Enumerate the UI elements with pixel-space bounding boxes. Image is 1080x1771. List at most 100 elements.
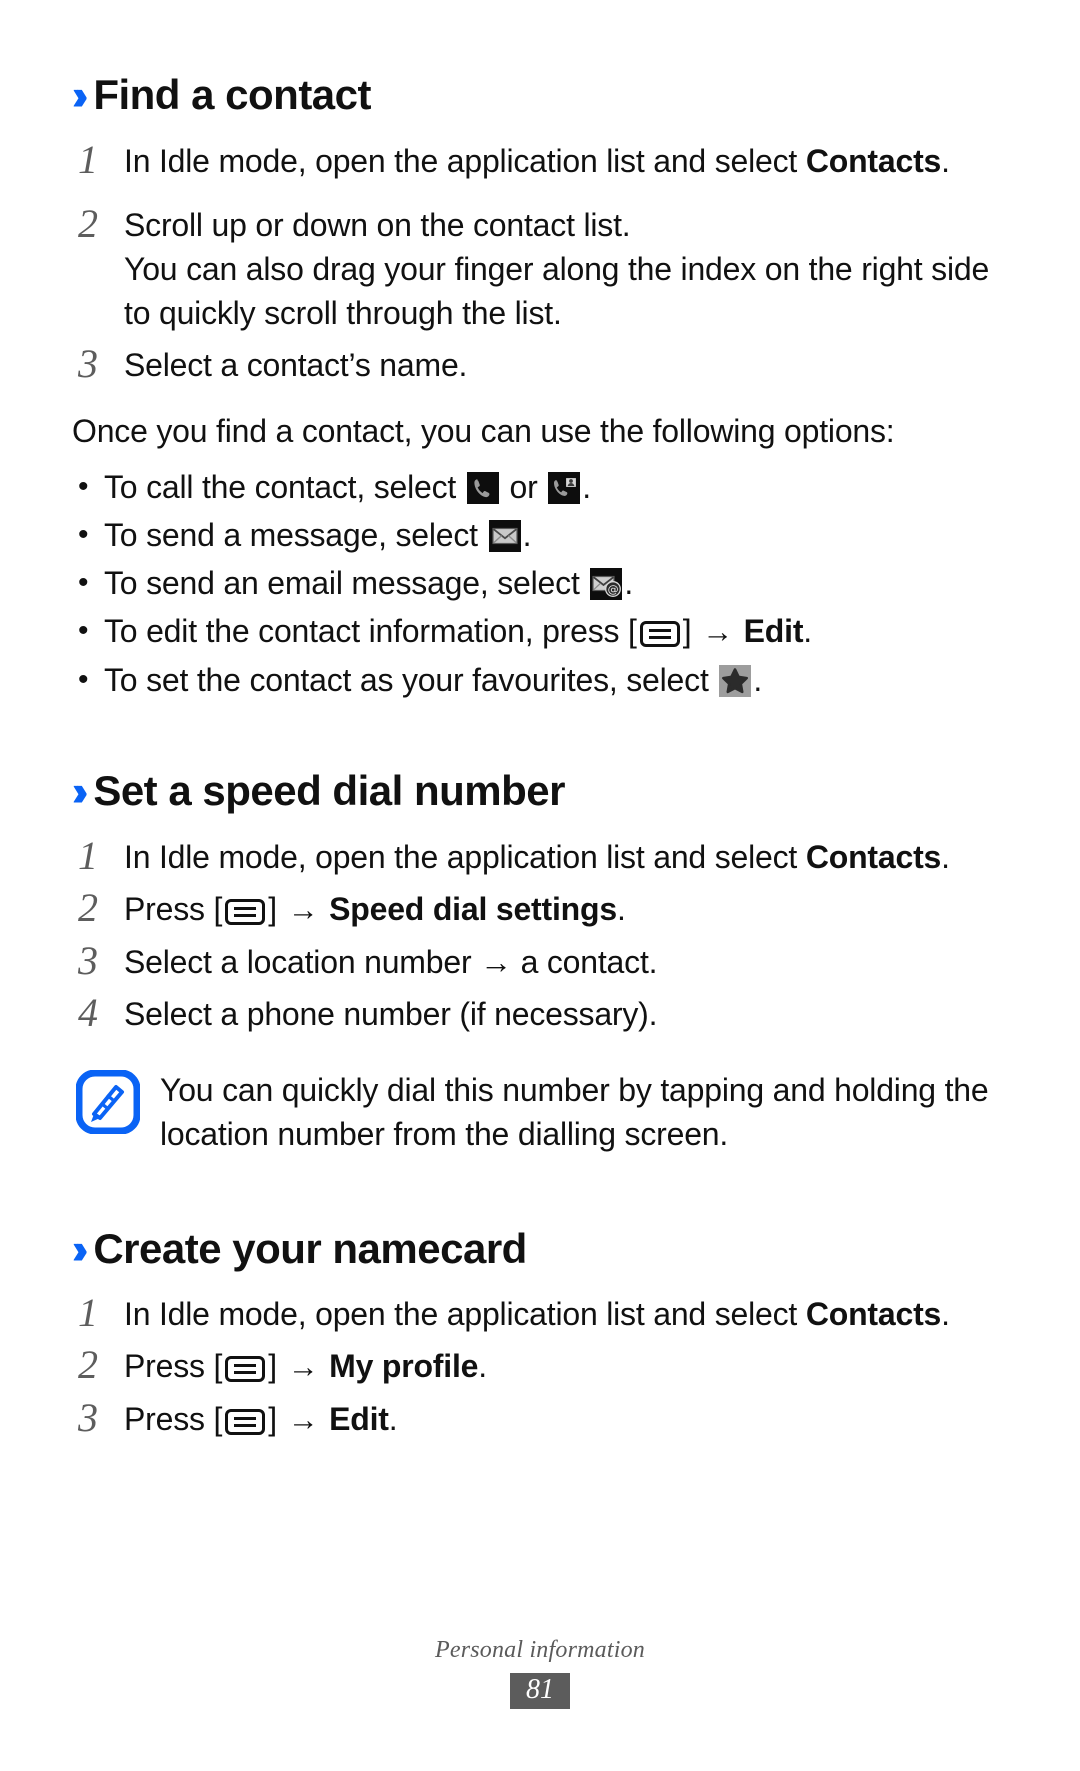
step-text-after: . [616, 890, 626, 927]
options-bullet-list: • To call the contact, select or . • To … [72, 465, 1008, 702]
step-text-before: In Idle mode, open the application list … [124, 838, 806, 875]
arrow-right-glyph: → [287, 1349, 319, 1385]
step-text-before: In Idle mode, open the application list … [124, 142, 806, 179]
step-number: 4 [78, 989, 98, 1035]
bullet-dot-icon: • [78, 565, 89, 599]
step-text-bold: Contacts [805, 838, 942, 875]
step-number: 2 [78, 200, 98, 246]
bullet-text-after: . [803, 612, 812, 649]
manual-page: ›› Find a contact 1 In Idle mode, open t… [0, 0, 1080, 1771]
bullet-text-after: . [582, 468, 591, 505]
step-text-main: Scroll up or down on the contact list. [124, 206, 631, 243]
options-intro-paragraph: Once you find a contact, you can use the… [72, 412, 895, 449]
step-text: In Idle mode, open the application list … [124, 137, 950, 183]
step-number: 3 [78, 937, 98, 983]
page-footer: Personal information 81 [0, 1637, 1080, 1709]
step-number: 2 [78, 1342, 98, 1388]
list-item-text: To send a message, select . [104, 513, 1008, 557]
step-text-bold: Edit [329, 1401, 389, 1438]
heading-text: Set a speed dial number [93, 766, 565, 814]
list-item-text: To set the contact as your favourites, s… [104, 658, 1008, 702]
menu-key-icon [225, 1356, 266, 1383]
step-text: In Idle mode, open the application list … [124, 833, 950, 879]
step-item: 4 Select a phone number (if necessary). [72, 990, 1008, 1036]
step-number: 2 [78, 884, 98, 930]
bullet-text-after: . [624, 564, 634, 601]
chevron-double-right-icon: ›› [72, 768, 89, 816]
step-number: 1 [78, 832, 98, 878]
step-text-after: . [941, 1296, 950, 1333]
step-text-after: . [388, 1401, 398, 1438]
step-text-before: Press [124, 1348, 214, 1385]
email-at-icon: @ [590, 567, 623, 600]
step-text-bold: My profile [329, 1348, 479, 1385]
step-text: Press [] → My profile. [124, 1348, 487, 1385]
step-item: 3 Select a location number → a contact. [72, 938, 1008, 984]
bullet-text-before: To call the contact, select [104, 468, 465, 505]
section-heading-set-a-speed-dial-number: ›› Set a speed dial number [72, 766, 1008, 816]
bullet-text-before: To set the contact as your favourites, s… [104, 661, 718, 698]
list-item-text: To edit the contact information, press [… [104, 612, 812, 649]
step-text-before: Press [124, 890, 214, 927]
section-heading-find-a-contact: ›› Find a contact [72, 71, 1008, 119]
step-text: Select a contact’s name. [124, 346, 468, 383]
step-text-extra: You can also drag your finger along the … [124, 250, 990, 331]
bullet-text-after: . [753, 661, 763, 698]
step-item: 1 In Idle mode, open the application lis… [72, 833, 1008, 879]
step-text: Scroll up or down on the contact list. Y… [124, 201, 1008, 335]
favourite-star-icon [719, 664, 752, 697]
step-item: 3 Select a contact’s name. [72, 341, 1008, 387]
list-item: • To call the contact, select or . [72, 465, 1008, 509]
list-item: • To edit the contact information, press… [72, 609, 1008, 654]
menu-key-icon [225, 1409, 266, 1436]
arrow-right-glyph: → [287, 891, 319, 927]
step-text: Select a phone number (if necessary). [124, 995, 658, 1032]
list-item-text: To send an email message, select @. [104, 561, 1008, 605]
step-number: 3 [78, 1395, 98, 1441]
step-item: 2 Scroll up or down on the contact list.… [72, 201, 1008, 335]
step-item: 1 In Idle mode, open the application lis… [72, 1290, 1008, 1336]
phone-call-icon [466, 471, 499, 504]
step-text: Press [] → Edit. [124, 1401, 398, 1438]
note-text: You can quickly dial this number by tapp… [160, 1071, 989, 1152]
step-text-before: In Idle mode, open the application list … [124, 1296, 806, 1333]
note-callout: You can quickly dial this number by tapp… [72, 1066, 1008, 1156]
list-item-text: To call the contact, select or . [104, 465, 1008, 509]
step-text-after: . [478, 1348, 487, 1385]
chevron-double-right-icon: ›› [72, 1225, 89, 1274]
step-text-bold: Contacts [805, 1296, 942, 1333]
menu-key-icon [225, 898, 266, 925]
step-item: 2 Press [] → Speed dial settings. [72, 885, 1008, 932]
step-text-after: . [941, 142, 950, 179]
step-text-before: Press [124, 1401, 214, 1438]
bullet-text-before: To send a message, select [104, 516, 487, 553]
message-envelope-icon [488, 519, 521, 552]
footer-chapter-title: Personal information [434, 1637, 645, 1663]
section-heading-create-your-namecard: ›› Create your namecard [72, 1224, 1008, 1274]
step-item: 2 Press [] → My profile. [72, 1342, 1008, 1389]
list-item: • To set the contact as your favourites,… [72, 658, 1008, 702]
step-text-after: . [941, 838, 950, 875]
step-text: Press [] → Speed dial settings. [124, 890, 626, 927]
bullet-text-bold: Edit [743, 612, 804, 649]
arrow-right-glyph: → [702, 613, 733, 649]
video-call-icon [548, 471, 581, 504]
page-number-badge: 81 [510, 1673, 570, 1709]
bullet-text-middle: or [500, 468, 547, 505]
list-item: • To send an email message, select @. [72, 561, 1008, 605]
step-number: 3 [78, 340, 98, 386]
note-pen-icon [75, 1066, 141, 1139]
bullet-dot-icon: • [78, 662, 89, 696]
list-item: • To send a message, select . [72, 513, 1008, 557]
bullet-dot-icon: • [78, 469, 89, 503]
bullet-text-before: To edit the contact information, press [104, 612, 629, 649]
step-text: In Idle mode, open the application list … [124, 1290, 950, 1336]
heading-text: Find a contact [93, 71, 372, 118]
step-text-bold: Contacts [805, 142, 942, 179]
heading-text: Create your namecard [93, 1224, 527, 1272]
step-text-bold: Speed dial settings [329, 890, 617, 927]
bullet-text-before: To send an email message, select [104, 564, 589, 601]
step-text: Select a location number → a contact. [124, 943, 658, 980]
arrow-right-glyph: → [287, 1402, 319, 1438]
step-number: 1 [78, 136, 98, 182]
